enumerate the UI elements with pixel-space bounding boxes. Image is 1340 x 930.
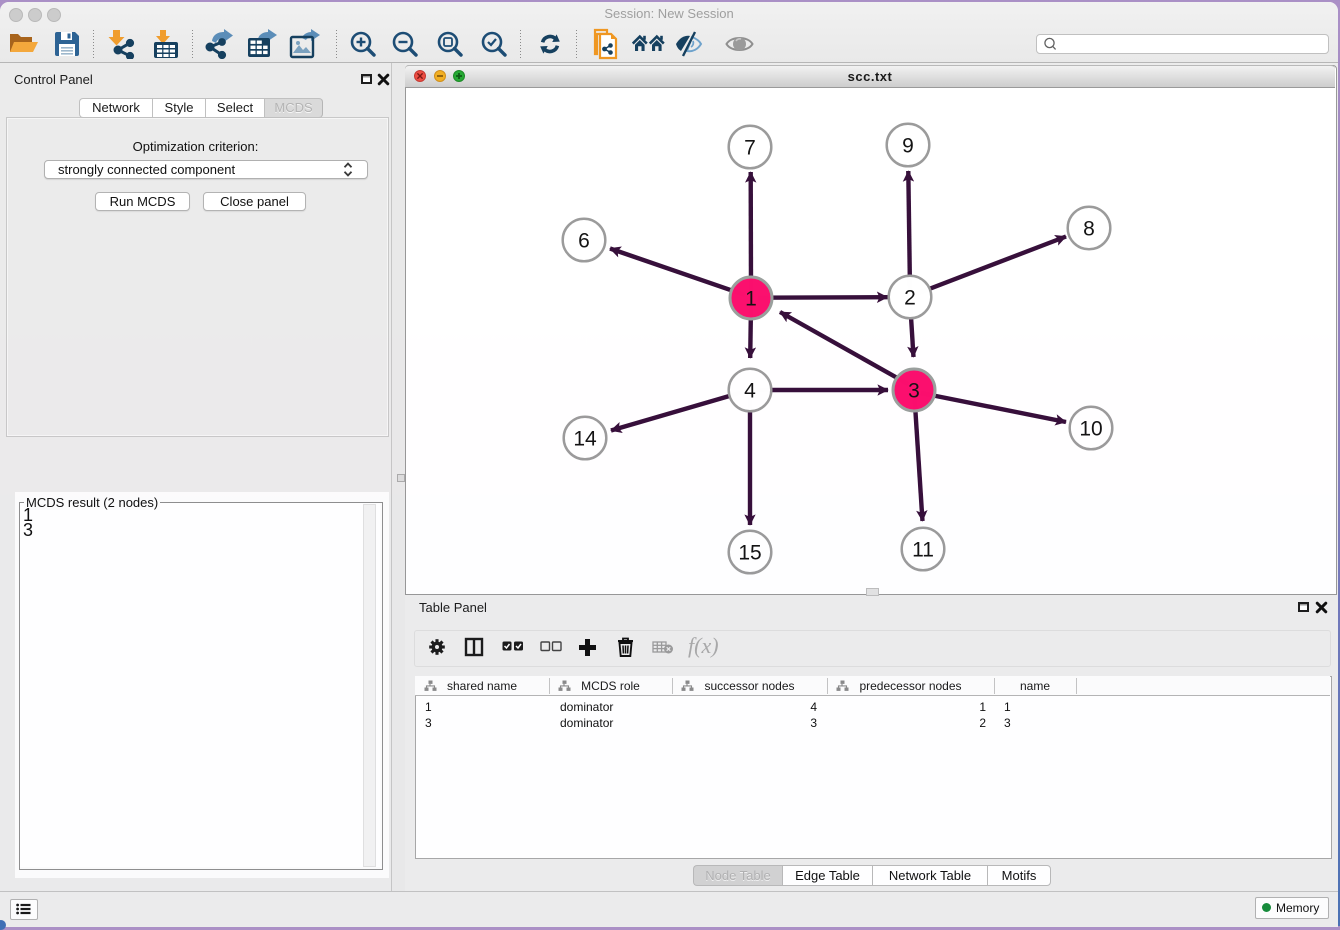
svg-text:10: 10 [1079, 418, 1102, 441]
svg-text:11: 11 [912, 539, 934, 562]
svg-text:9: 9 [902, 135, 914, 158]
svg-text:7: 7 [744, 137, 756, 160]
svg-text:4: 4 [744, 380, 756, 403]
svg-text:8: 8 [1083, 218, 1095, 241]
svg-text:1: 1 [745, 288, 757, 311]
svg-text:14: 14 [573, 428, 597, 451]
svg-text:6: 6 [578, 230, 590, 253]
svg-text:2: 2 [904, 287, 916, 310]
svg-text:3: 3 [908, 380, 920, 403]
svg-text:15: 15 [738, 542, 761, 565]
